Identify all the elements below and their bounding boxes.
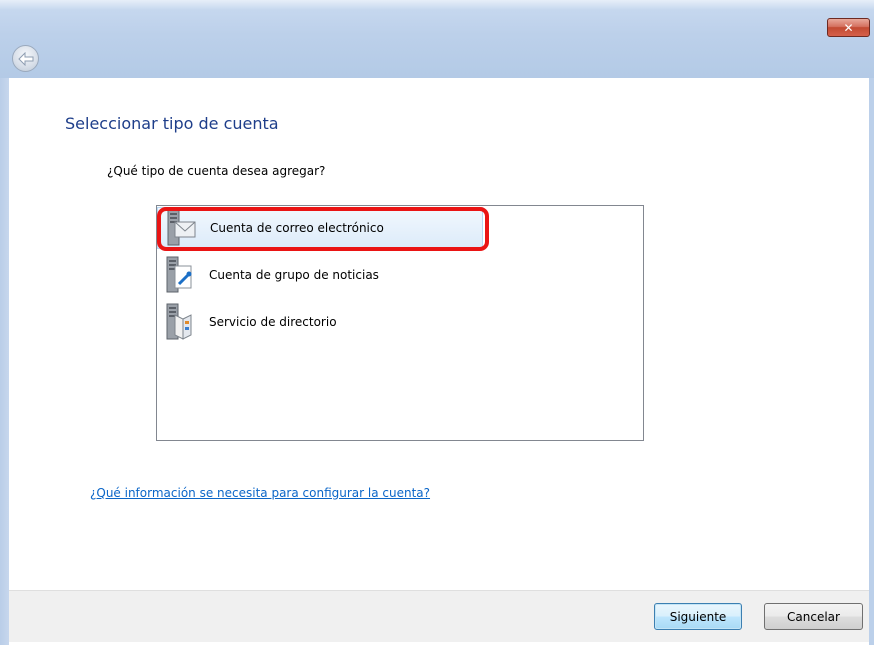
close-icon: ✕ bbox=[843, 20, 854, 35]
back-arrow-icon bbox=[17, 51, 33, 66]
window-frame-left bbox=[0, 78, 9, 645]
directory-server-icon bbox=[157, 301, 197, 343]
cancel-button[interactable]: Cancelar bbox=[764, 603, 863, 630]
help-link[interactable]: ¿Qué información se necesita para config… bbox=[90, 486, 430, 500]
news-server-icon bbox=[157, 254, 197, 296]
list-item-directory-service[interactable]: Servicio de directorio bbox=[157, 301, 483, 343]
account-type-question: ¿Qué tipo de cuenta desea agregar? bbox=[107, 164, 326, 178]
next-button[interactable]: Siguiente bbox=[654, 603, 742, 630]
close-button[interactable]: ✕ bbox=[827, 18, 870, 37]
list-item-label: Cuenta de grupo de noticias bbox=[209, 268, 379, 282]
back-button[interactable] bbox=[12, 45, 39, 72]
wizard-content: Seleccionar tipo de cuenta ¿Qué tipo de … bbox=[9, 78, 869, 590]
frame-highlight bbox=[0, 0, 874, 10]
list-item-newsgroup-account[interactable]: Cuenta de grupo de noticias bbox=[157, 254, 483, 296]
window-frame-right bbox=[869, 78, 874, 645]
page-title: Seleccionar tipo de cuenta bbox=[65, 114, 279, 133]
list-item-label: Servicio de directorio bbox=[209, 315, 337, 329]
selection-highlight-annotation bbox=[157, 207, 489, 251]
window-frame bbox=[0, 0, 874, 78]
wizard-footer: Siguiente Cancelar bbox=[9, 590, 869, 642]
